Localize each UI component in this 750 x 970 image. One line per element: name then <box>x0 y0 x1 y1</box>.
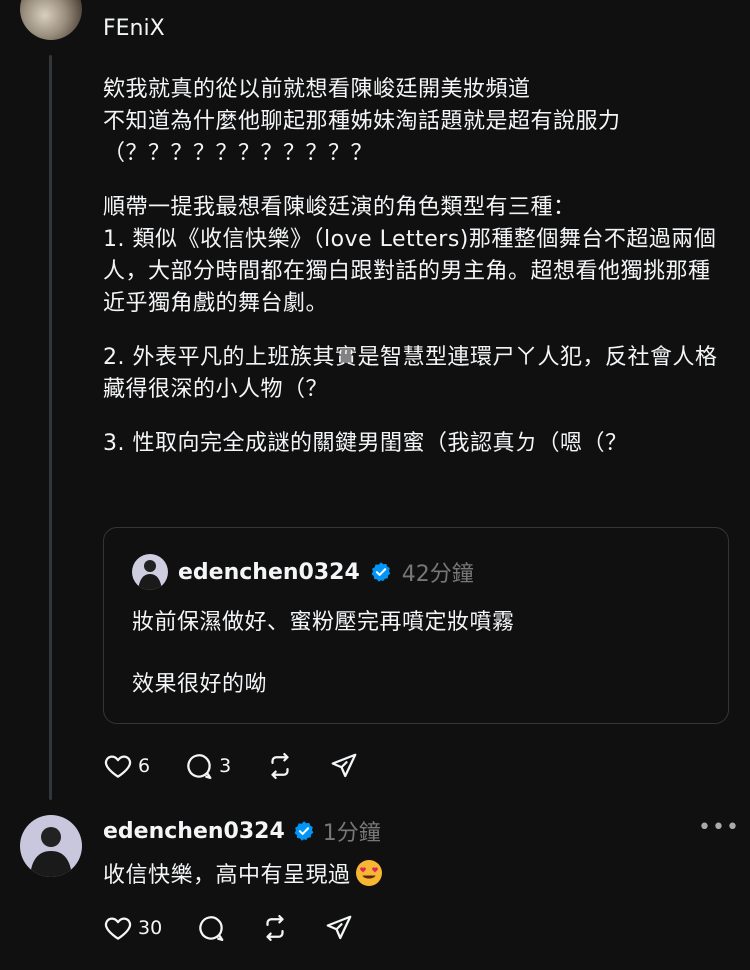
post-author[interactable]: FEniX <box>103 16 165 41</box>
reply-text: 收信快樂，高中有呈現過 <box>103 857 383 889</box>
post-paragraph: 順帶一提我最想看陳峻廷演的角色類型有三種： 1. 類似《收信快樂》（love L… <box>103 195 717 316</box>
heart-eyes-emoji <box>355 860 382 886</box>
share-button[interactable] <box>324 913 354 943</box>
quoted-post-header: edenchen0324 42分鐘 <box>132 554 474 590</box>
repost-button[interactable] <box>260 913 290 943</box>
share-button[interactable] <box>329 751 359 781</box>
repost-icon <box>266 915 284 941</box>
repost-button[interactable] <box>265 751 295 781</box>
send-icon <box>326 915 352 940</box>
heart-icon <box>104 755 132 778</box>
quoted-post-card[interactable]: edenchen0324 42分鐘 妝前保濕做好、蜜粉壓完再噴定妝噴霧 效果很好… <box>103 527 729 724</box>
post-body: 欸我就真的從以前就想看陳峻廷開美妝頻道 不知道為什麼他聊起那種姊妹淘話題就是超有… <box>103 74 728 482</box>
repost-icon <box>271 753 289 779</box>
like-count: 6 <box>138 755 151 777</box>
comment-button[interactable]: 3 <box>184 751 231 781</box>
reply-header: edenchen0324 1分鐘 <box>103 815 381 847</box>
quoted-post-line: 妝前保濕做好、蜜粉壓完再噴定妝噴霧 <box>132 610 515 635</box>
quoted-post-author[interactable]: edenchen0324 <box>178 560 360 585</box>
avatar-fenix[interactable] <box>20 0 82 40</box>
post-paragraph: 3. 性取向完全成謎的關鍵男閨蜜（我認真ㄉ（嗯（？ <box>103 431 628 456</box>
like-button[interactable]: 30 <box>103 913 162 943</box>
heart-icon <box>104 917 132 940</box>
send-icon <box>331 753 357 778</box>
avatar-edenchen[interactable] <box>20 815 82 877</box>
quoted-post-time: 42分鐘 <box>401 562 474 587</box>
post-paragraph: 2. 外表平凡的上班族其實是智慧型連環ㄕㄚ人犯，反社會人格藏得很深的小人物（？ <box>103 345 718 402</box>
reply-time: 1分鐘 <box>322 821 381 846</box>
verified-badge-icon <box>294 821 314 841</box>
quoted-post-line: 效果很好的呦 <box>132 672 268 697</box>
verified-badge-icon <box>371 562 391 582</box>
more-options-button[interactable]: ••• <box>698 815 740 840</box>
like-count: 30 <box>138 917 163 939</box>
comment-button[interactable] <box>196 913 226 943</box>
comment-icon <box>187 754 212 779</box>
post-actions: 6 3 <box>103 751 393 781</box>
like-button[interactable]: 6 <box>103 751 150 781</box>
reply-count: 3 <box>219 755 232 777</box>
reply-author[interactable]: edenchen0324 <box>103 819 285 844</box>
reply-actions: 30 <box>103 913 388 943</box>
comment-icon <box>199 916 224 941</box>
thread-line <box>49 55 52 800</box>
post-paragraph: 欸我就真的從以前就想看陳峻廷開美妝頻道 不知道為什麼他聊起那種姊妹淘話題就是超有… <box>103 77 621 166</box>
avatar-edenchen-small[interactable] <box>132 554 168 590</box>
reply-text-content: 收信快樂，高中有呈現過 <box>103 863 351 888</box>
